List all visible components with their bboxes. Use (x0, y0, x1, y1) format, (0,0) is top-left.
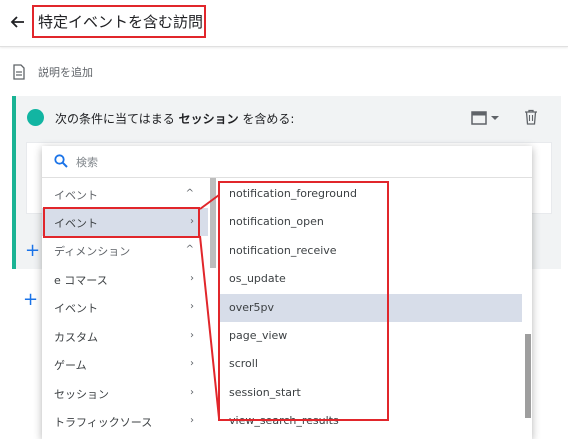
add-condition-plus-icon[interactable]: + (25, 240, 40, 261)
right-scrollbar[interactable] (525, 334, 531, 418)
category-item[interactable]: カスタム › (42, 322, 208, 350)
category-item[interactable]: e コマース › (42, 265, 208, 293)
search-icon (54, 154, 68, 168)
chevron-down-icon[interactable] (491, 116, 499, 120)
trash-icon[interactable] (524, 109, 538, 125)
category-item[interactable]: セッション › (42, 379, 208, 407)
category-label: セッション (54, 388, 109, 401)
table-view-icon[interactable] (471, 111, 487, 125)
document-icon[interactable] (11, 64, 27, 80)
condition-heading: 次の条件に当てはまる セッション を含める: (55, 110, 294, 127)
chevron-right-icon: › (190, 415, 194, 426)
chevron-up-icon: ^ (185, 244, 194, 255)
event-list-highlight (218, 181, 389, 421)
category-label: イベント (54, 302, 98, 315)
condition-prefix: 次の条件に当てはまる (55, 112, 179, 126)
back-arrow-icon[interactable] (8, 12, 28, 32)
chevron-right-icon: › (190, 273, 194, 284)
left-scrollbar[interactable] (210, 178, 216, 268)
page-title[interactable]: 特定イベントを含む訪問 (38, 11, 203, 32)
condition-suffix: を含める: (238, 112, 295, 126)
search-input[interactable]: 検索 (76, 154, 98, 170)
chevron-right-icon: › (190, 358, 194, 369)
condition-accent-bar (12, 96, 16, 269)
category-label: イベント (54, 189, 98, 202)
chevron-right-icon: › (190, 330, 194, 341)
category-item[interactable]: トラフィックソース › (42, 407, 208, 435)
category-label: e コマース (54, 274, 108, 287)
condition-scope[interactable]: セッション (179, 112, 239, 126)
top-bar: 特定イベントを含む訪問 (0, 0, 568, 47)
category-header[interactable]: ディメンション ^ (42, 236, 208, 264)
chevron-right-icon: › (190, 301, 194, 312)
category-header[interactable]: イベント ^ (42, 180, 208, 208)
add-description-link[interactable]: 説明を追加 (38, 64, 93, 80)
category-item[interactable]: ゲーム › (42, 350, 208, 378)
category-label: ディメンション (54, 245, 131, 258)
category-label: トラフィックソース (54, 416, 153, 429)
category-label: カスタム (54, 331, 98, 344)
chevron-right-icon: › (190, 387, 194, 398)
category-item[interactable]: イベント › (42, 293, 208, 321)
selected-category-highlight (43, 207, 200, 238)
chevron-up-icon: ^ (185, 188, 194, 199)
add-group-plus-icon[interactable]: + (23, 289, 38, 310)
condition-status-dot (27, 109, 44, 126)
category-label: ゲーム (54, 359, 87, 372)
